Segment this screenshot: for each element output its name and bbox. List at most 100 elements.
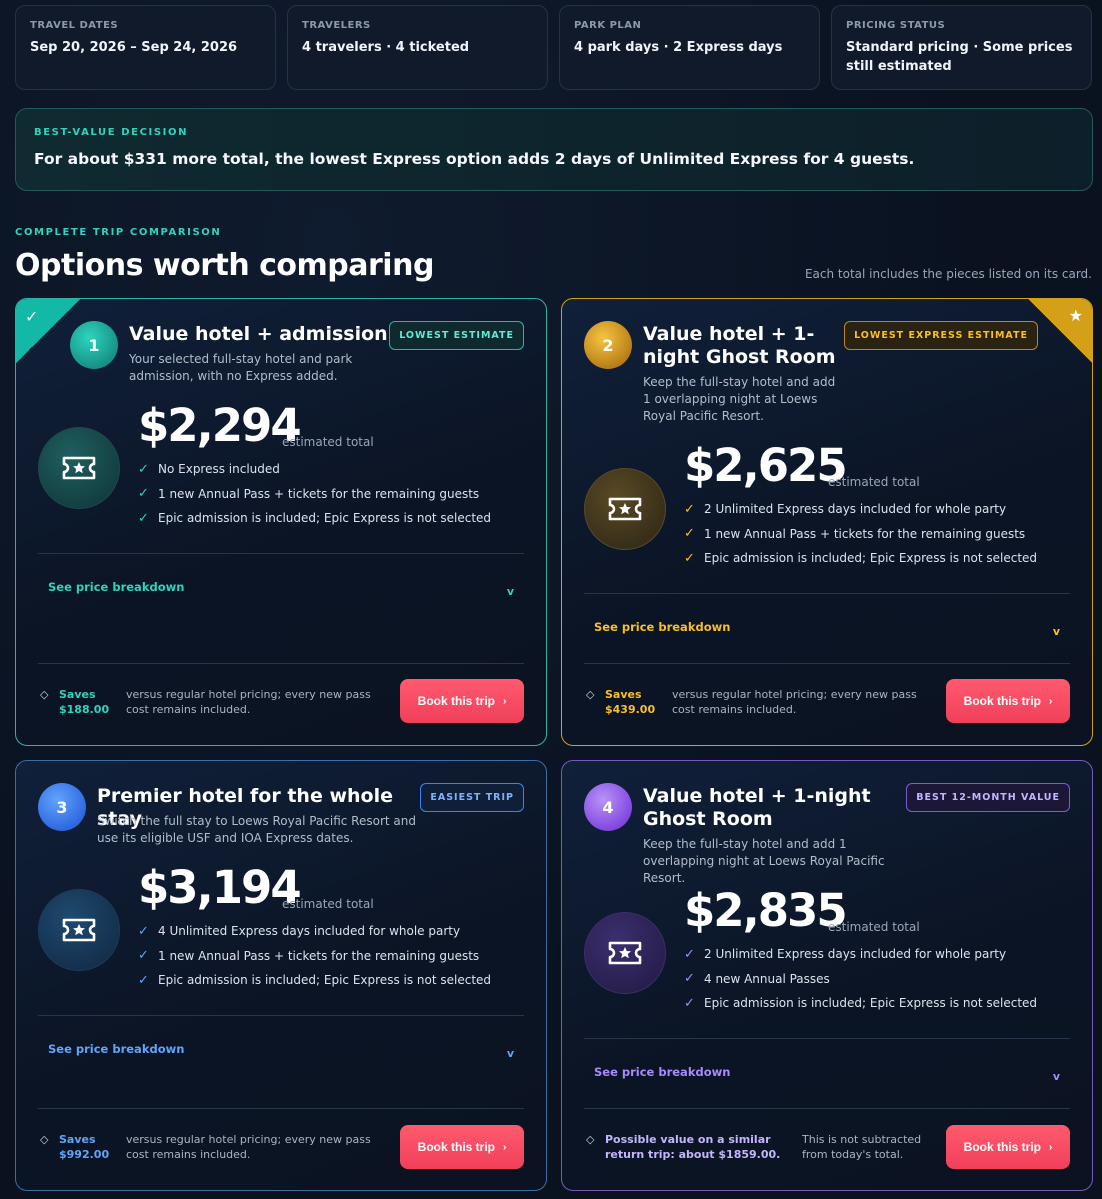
feature-list: ✓ 2 Unlimited Express days included for w… <box>684 942 1037 1016</box>
divider <box>38 1015 524 1016</box>
chevron-down-icon[interactable]: v <box>1053 625 1060 638</box>
price-note: estimated total <box>828 920 920 934</box>
check-icon: ✓ <box>138 461 149 477</box>
book-trip-button[interactable]: Book this trip › <box>946 679 1070 723</box>
option-price: $2,625 <box>684 439 848 492</box>
price-breakdown-toggle[interactable]: See price breakdown <box>48 1042 184 1056</box>
price-note: estimated total <box>282 435 374 449</box>
travel-dates-card: TRAVEL DATES Sep 20, 2026 – Sep 24, 2026 <box>15 5 276 90</box>
divider <box>584 663 1070 664</box>
option-badge: BEST 12-MONTH VALUE <box>906 783 1070 812</box>
book-trip-button[interactable]: Book this trip › <box>400 679 524 723</box>
feature-item: ✓ 4 Unlimited Express days included for w… <box>138 923 461 939</box>
price-breakdown-toggle[interactable]: See price breakdown <box>48 580 184 594</box>
summary-value: 4 park days · 2 Express days <box>574 40 783 55</box>
diamond-icon: ◇ <box>40 1133 49 1146</box>
diamond-icon: ◇ <box>586 688 595 701</box>
option-description: Keep the full-stay hotel and add 1 overl… <box>643 837 885 885</box>
price-breakdown-toggle[interactable]: See price breakdown <box>594 620 730 634</box>
option-number: 2 <box>584 321 632 369</box>
option-price: $2,835 <box>684 884 848 937</box>
chevron-right-icon: › <box>1049 695 1053 707</box>
diamond-icon: ◇ <box>40 688 49 701</box>
travelers-card: TRAVELERS 4 travelers · 4 ticketed <box>287 5 548 90</box>
savings-note: This is not subtracted from today's tota… <box>802 1133 922 1161</box>
divider <box>584 1038 1070 1039</box>
check-icon: ✓ <box>684 526 695 542</box>
check-icon: ✓ <box>138 923 149 939</box>
summary-value: 4 travelers · 4 ticketed <box>302 40 470 55</box>
section-note: Each total includes the pieces listed on… <box>804 267 1092 281</box>
trip-option-card-3: 3 Premier hotel for the whole stay Switc… <box>15 760 547 1191</box>
feature-item: ✓ 1 new Annual Pass + tickets for the rem… <box>684 526 1026 542</box>
chevron-right-icon: › <box>503 1141 507 1153</box>
feature-list: ✓ No Express included ✓ 1 new Annual Pass … <box>138 457 491 531</box>
decision-text: For about $331 more total, the lowest Ex… <box>34 150 915 168</box>
summary-label: TRAVEL DATES <box>30 20 119 31</box>
chevron-down-icon[interactable]: v <box>1053 1070 1060 1083</box>
divider <box>584 1108 1070 1109</box>
option-number: 3 <box>38 783 86 831</box>
check-icon: ✓ <box>684 971 695 987</box>
ticket-icon <box>38 889 120 971</box>
option-description: Keep the full-stay hotel and add 1 overl… <box>643 375 836 423</box>
ticket-icon <box>584 912 666 994</box>
feature-list: ✓ 4 Unlimited Express days included for w… <box>138 919 491 993</box>
savings-amount: Saves $188.00 <box>59 688 110 716</box>
ticket-icon <box>38 427 120 509</box>
chevron-right-icon: › <box>503 695 507 707</box>
trip-option-card-1: ✓ 1 Value hotel + admission Your selecte… <box>15 298 547 746</box>
book-trip-button[interactable]: Book this trip › <box>400 1125 524 1169</box>
diamond-icon: ◇ <box>586 1133 595 1146</box>
chevron-down-icon[interactable]: v <box>507 1047 514 1060</box>
feature-item: ✓ Epic admission is included; Epic Expres… <box>684 550 1038 566</box>
check-icon: ✓ <box>138 510 149 526</box>
price-breakdown-toggle[interactable]: See price breakdown <box>594 1065 730 1079</box>
savings-note: versus regular hotel pricing; every new … <box>126 688 371 716</box>
divider <box>38 553 524 554</box>
check-icon: ✓ <box>138 972 149 988</box>
price-note: estimated total <box>828 475 920 489</box>
trip-option-card-4: 4 Value hotel + 1-night Ghost Room Keep … <box>561 760 1093 1191</box>
section-eyebrow: COMPLETE TRIP COMPARISON <box>15 227 222 238</box>
feature-item: ✓ 2 Unlimited Express days included for w… <box>684 946 1007 962</box>
feature-list: ✓ 2 Unlimited Express days included for w… <box>684 497 1037 571</box>
price-note: estimated total <box>282 897 374 911</box>
check-icon: ✓ <box>25 307 39 326</box>
feature-item: ✓ Epic admission is included; Epic Expres… <box>138 510 492 526</box>
divider <box>38 663 524 664</box>
best-value-decision-banner: BEST-VALUE DECISION For about $331 more … <box>15 108 1093 191</box>
divider <box>584 593 1070 594</box>
trip-option-card-2: ★ 2 Value hotel + 1-night Ghost Room Kee… <box>561 298 1093 746</box>
option-description: Your selected full-stay hotel and park a… <box>129 352 353 383</box>
summary-value: Standard pricing · Some prices still est… <box>846 40 1073 74</box>
feature-item: ✓ 1 new Annual Pass + tickets for the rem… <box>138 486 480 502</box>
selected-corner: ✓ <box>16 299 80 363</box>
option-number: 1 <box>70 321 118 369</box>
ticket-icon <box>584 468 666 550</box>
feature-item: ✓ 2 Unlimited Express days included for w… <box>684 501 1007 517</box>
summary-label: PRICING STATUS <box>846 20 946 31</box>
check-icon: ✓ <box>684 995 695 1011</box>
option-badge: LOWEST ESTIMATE <box>389 321 524 350</box>
summary-value: Sep 20, 2026 – Sep 24, 2026 <box>30 40 238 55</box>
feature-item: ✓ Epic admission is included; Epic Expres… <box>684 995 1038 1011</box>
divider <box>38 1108 524 1109</box>
trip-summary: TRAVEL DATES Sep 20, 2026 – Sep 24, 2026… <box>15 5 1092 90</box>
option-number: 4 <box>584 783 632 831</box>
summary-label: PARK PLAN <box>574 20 642 31</box>
pricing-status-card: PRICING STATUS Standard pricing · Some p… <box>831 5 1092 90</box>
section-title: Options worth comparing <box>15 248 434 283</box>
chevron-down-icon[interactable]: v <box>507 585 514 598</box>
check-icon: ✓ <box>684 550 695 566</box>
park-plan-card: PARK PLAN 4 park days · 2 Express days <box>559 5 820 90</box>
savings-note: versus regular hotel pricing; every new … <box>126 1133 371 1161</box>
option-title: Value hotel + 1-night Ghost Room <box>643 785 871 830</box>
option-badge: LOWEST EXPRESS ESTIMATE <box>844 321 1038 350</box>
option-description: Switch the full stay to Loews Royal Paci… <box>97 814 416 845</box>
option-price: $3,194 <box>138 861 302 914</box>
decision-label: BEST-VALUE DECISION <box>34 127 189 138</box>
feature-item: ✓ No Express included <box>138 461 280 477</box>
book-trip-button[interactable]: Book this trip › <box>946 1125 1070 1169</box>
savings-note: versus regular hotel pricing; every new … <box>672 688 917 716</box>
